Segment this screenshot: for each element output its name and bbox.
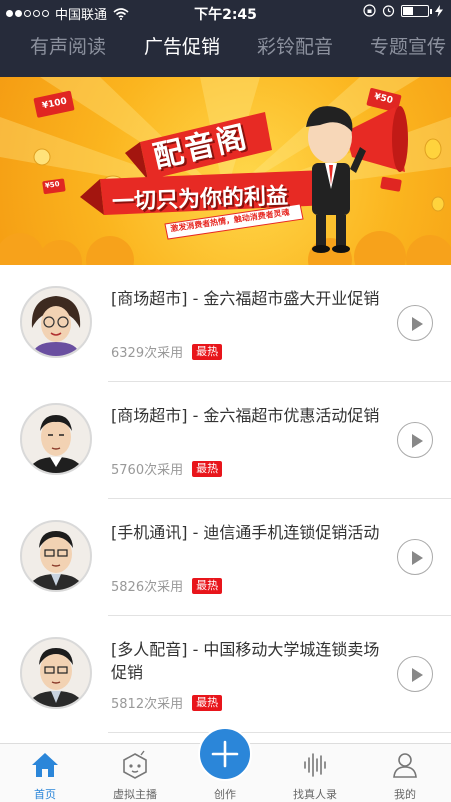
home-icon [32, 753, 58, 777]
tab-special-promo[interactable]: 专题宣传 [370, 32, 446, 59]
nav-find-voice-actor-label: 找真人录 [293, 788, 337, 801]
tab-audio-reading[interactable]: 有声阅读 [30, 32, 106, 59]
hot-badge: 最热 [192, 343, 223, 360]
avatar [20, 403, 92, 475]
list-item[interactable]: [商场超市] - 金六福超市优惠活动促销 5760次采用 最热 [0, 382, 451, 499]
item-meta: 5760次采用 最热 [111, 459, 223, 478]
hot-badge: 最热 [192, 577, 223, 594]
top-header: 中国联通 下午2:45 有声阅读 广告促销 彩铃配音 专题宣传 [0, 0, 451, 77]
voice-sample-list: [商场超市] - 金六福超市盛大开业促销 6329次采用 最热 [商场超市] -… [0, 265, 451, 733]
play-button[interactable] [397, 305, 433, 341]
nav-home-label: 首页 [34, 788, 56, 801]
play-button[interactable] [397, 422, 433, 458]
hot-badge: 最热 [192, 460, 223, 477]
divider [108, 732, 451, 733]
status-right [363, 4, 443, 17]
play-icon [412, 551, 423, 565]
nav-virtual-anchor-label: 虚拟主播 [113, 788, 157, 801]
avatar [20, 286, 92, 358]
list-item[interactable]: [多人配音] - 中国移动大学城连锁卖场促销 5812次采用 最热 [0, 616, 451, 733]
soundwave-icon [304, 753, 326, 777]
item-title: [手机通讯] - 迪信通手机连锁促销活动 [111, 523, 380, 542]
plus-icon [211, 740, 239, 768]
usage-count: 6329次采用 [111, 346, 184, 361]
play-button[interactable] [397, 539, 433, 575]
avatar [20, 520, 92, 592]
promo-banner[interactable]: ¥100 ¥50 ¥50 配音阁 一切只为你的利益 激发消费者热情，触动消费者灵… [0, 77, 451, 265]
rotation-lock-icon [363, 4, 376, 17]
usage-count: 5812次采用 [111, 697, 184, 712]
battery-icon [401, 4, 432, 17]
hot-badge: 最热 [192, 694, 223, 711]
avatar [20, 637, 92, 709]
item-title: [多人配音] - 中国移动大学城连锁卖场促销 [111, 640, 380, 682]
tab-ad-promotion[interactable]: 广告促销 [144, 32, 220, 59]
list-item[interactable]: [商场超市] - 金六福超市盛大开业促销 6329次采用 最热 [0, 265, 451, 382]
nav-profile-label: 我的 [394, 788, 416, 801]
play-icon [412, 668, 423, 682]
item-meta: 5826次采用 最热 [111, 576, 223, 595]
nav-virtual-anchor[interactable]: 虚拟主播 [90, 744, 180, 802]
nav-profile[interactable]: 我的 [360, 744, 450, 802]
nav-home[interactable]: 首页 [0, 744, 90, 802]
play-button[interactable] [397, 656, 433, 692]
usage-count: 5760次采用 [111, 463, 184, 478]
play-icon [412, 434, 423, 448]
user-icon [393, 753, 417, 778]
category-tabs: 有声阅读 广告促销 彩铃配音 专题宣传 [0, 32, 451, 72]
charging-icon [435, 4, 443, 17]
list-item[interactable]: [手机通讯] - 迪信通手机连锁促销活动 5826次采用 最热 [0, 499, 451, 616]
play-icon [412, 317, 423, 331]
item-title: [商场超市] - 金六福超市优惠活动促销 [111, 406, 380, 425]
robot-icon [123, 750, 147, 779]
nav-create-label: 创作 [214, 788, 236, 801]
create-button[interactable] [198, 727, 252, 781]
nav-find-voice-actor[interactable]: 找真人录 [270, 744, 360, 802]
usage-count: 5826次采用 [111, 580, 184, 595]
status-bar: 中国联通 下午2:45 [0, 0, 451, 24]
item-meta: 5812次采用 最热 [111, 693, 223, 712]
tab-ringtone-dubbing[interactable]: 彩铃配音 [257, 32, 333, 59]
item-title: [商场超市] - 金六福超市盛大开业促销 [111, 289, 380, 308]
alarm-icon [382, 5, 395, 17]
item-meta: 6329次采用 最热 [111, 342, 223, 361]
